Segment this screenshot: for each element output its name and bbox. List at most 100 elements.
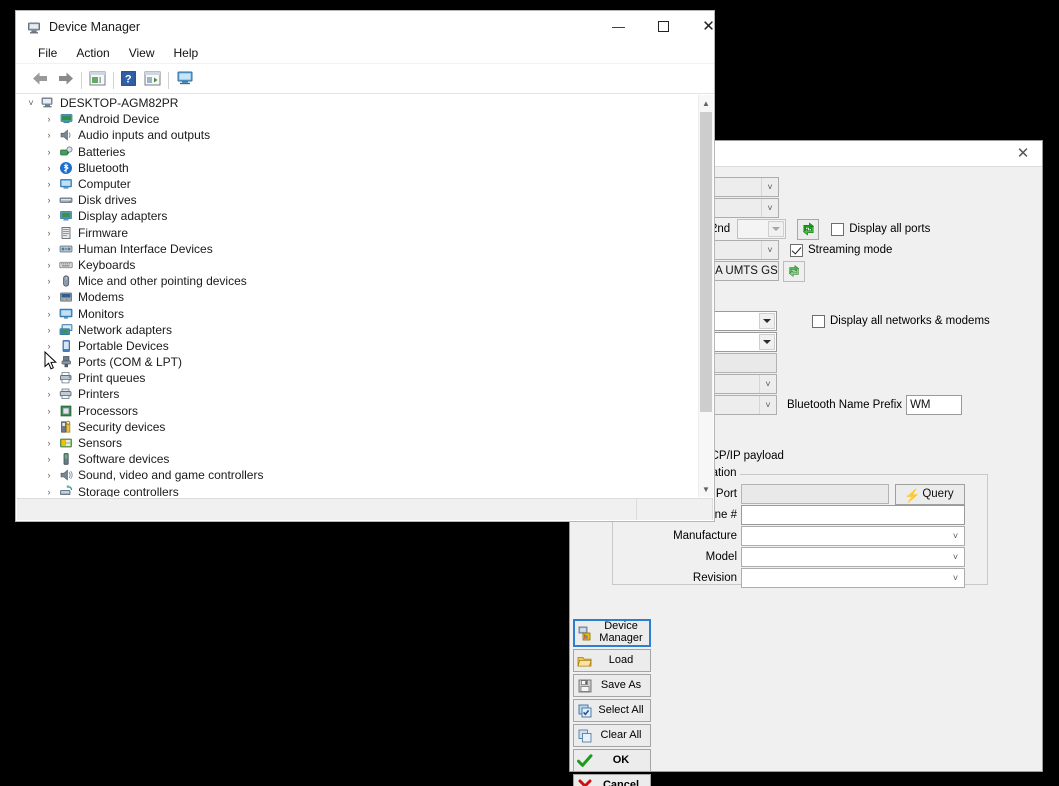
tree-node-display-adapters[interactable]: › Display adapters [17,208,698,224]
menu-file[interactable]: File [38,46,57,60]
chevron-collapsed-icon[interactable]: › [41,147,57,157]
scan-hardware-icon[interactable] [176,70,194,91]
device-tree[interactable]: ˅ DESKTOP-AGM82PR › Android Device › Audio … [17,95,698,497]
clear-all-button[interactable]: Clear All [573,724,651,747]
menu-help[interactable]: Help [174,46,199,60]
properties-icon[interactable] [89,71,106,91]
tree-node-firmware[interactable]: › Firmware [17,225,698,241]
refresh-ports-button[interactable] [797,218,820,240]
load-button[interactable]: Load [573,649,651,672]
chevron-collapsed-icon[interactable]: › [41,309,57,319]
chevron-collapsed-icon[interactable]: › [41,211,57,221]
chevron-collapsed-icon[interactable]: › [41,195,57,205]
tree-node-printers[interactable]: › Printers [17,386,698,402]
chevron-collapsed-icon[interactable]: › [41,260,57,270]
revision-row: Revision ˅ [612,568,992,588]
chevron-collapsed-icon[interactable]: › [41,487,57,497]
scroll-down-icon[interactable]: ▼ [699,481,713,497]
device-manager-button-label: Device Manager [599,620,643,644]
chevron-collapsed-icon[interactable]: › [41,470,57,480]
streaming-mode-checkbox[interactable]: Streaming mode [790,243,892,257]
second-port-dropdown[interactable] [737,219,787,239]
tree-node-label: Sound, video and game controllers [78,468,264,483]
tree-node-monitors[interactable]: › Monitors [17,305,698,321]
keyboard-icon [58,261,73,269]
display-all-ports-checkbox[interactable]: Display all ports [831,222,930,236]
chevron-collapsed-icon[interactable]: › [41,228,57,238]
tool-dialog-close-icon[interactable]: ✕ [1008,144,1038,164]
ok-button[interactable]: OK [573,749,651,772]
chevron-collapsed-icon[interactable]: › [41,389,57,399]
display-all-networks-checkbox[interactable]: Display all networks & modems [812,314,990,328]
tree-node-computer[interactable]: › Computer [17,176,698,192]
tree-node-keyboards[interactable]: › Keyboards [17,257,698,273]
tree-node-label: Computer [78,177,131,192]
chevron-collapsed-icon[interactable]: › [41,406,57,416]
tree-node-batteries[interactable]: › Batteries [17,144,698,160]
menu-action[interactable]: Action [76,46,109,60]
chevron-collapsed-icon[interactable]: › [41,244,57,254]
chevron-collapsed-icon[interactable]: › [41,292,57,302]
chevron-collapsed-icon[interactable]: › [41,341,57,351]
tree-node-human-interface-devices[interactable]: › Human Interface Devices [17,241,698,257]
floppy-disk-icon [574,679,596,693]
chevron-collapsed-icon[interactable]: › [41,438,57,448]
device-tree-scrollbar[interactable]: ▲ ▼ [698,95,713,497]
select-all-button[interactable]: Select All [573,699,651,722]
tree-node-label: Processors [78,403,139,418]
back-arrow-icon[interactable] [32,71,49,91]
tree-node-audio-inputs-and-outputs[interactable]: › Audio inputs and outputs [17,127,698,143]
tree-node-bluetooth[interactable]: › Bluetooth [17,160,698,176]
chevron-collapsed-icon[interactable]: › [41,114,57,124]
tree-node-sound-video-and-game-controllers[interactable]: › Sound, video and game controllers [17,467,698,483]
update-driver-icon[interactable] [144,71,161,91]
manufacture-label: Manufacture [673,530,737,542]
tree-node-software-devices[interactable]: › Software devices [17,451,698,467]
chevron-collapsed-icon[interactable]: › [41,454,57,464]
tree-node-portable-devices[interactable]: › Portable Devices [17,338,698,354]
tree-node-storage-controllers[interactable]: › Storage controllers [17,484,698,497]
tree-node-network-adapters[interactable]: › Network adapters [17,322,698,338]
tree-node-label: Keyboards [78,257,136,272]
scrollbar-thumb[interactable] [700,112,712,412]
tree-node-android-device[interactable]: › Android Device [17,111,698,127]
chevron-expanded-icon[interactable]: ˅ [23,98,39,108]
tree-node-mice-and-other-pointing-devices[interactable]: › Mice and other pointing devices [17,273,698,289]
phone-port-textbox[interactable] [741,484,889,504]
chevron-collapsed-icon[interactable]: › [41,325,57,335]
forward-arrow-icon[interactable] [57,71,74,91]
model-combo[interactable]: ˅ [741,547,965,567]
network-adapter-icon [59,323,72,335]
tree-node-sensors[interactable]: › Sensors [17,435,698,451]
help-icon[interactable]: ? [121,70,136,91]
manufacture-combo[interactable]: ˅ [741,526,965,546]
query-button[interactable]: ⚡ Query [895,483,965,505]
tree-node-print-queues[interactable]: › Print queues [17,370,698,386]
tree-node-modems[interactable]: › Modems [17,289,698,305]
tree-node-disk-drives[interactable]: › Disk drives [17,192,698,208]
menu-view[interactable]: View [129,46,155,60]
minimize-button[interactable]: — [596,11,641,41]
maximize-button[interactable] [641,11,686,41]
model-row: Model ˅ [612,547,992,567]
device-manager-button[interactable]: Device Manager [573,619,651,647]
chevron-collapsed-icon[interactable]: › [41,422,57,432]
phone-number-textbox[interactable] [741,505,965,525]
revision-combo[interactable]: ˅ [741,568,965,588]
chevron-collapsed-icon[interactable]: › [41,163,57,173]
save-as-button[interactable]: Save As [573,674,651,697]
chevron-collapsed-icon[interactable]: › [41,373,57,383]
close-button[interactable]: ✕ [686,11,731,41]
tree-root-node[interactable]: ˅ DESKTOP-AGM82PR [17,95,698,111]
chevron-collapsed-icon[interactable]: › [41,130,57,140]
tree-node-security-devices[interactable]: › Security devices [17,419,698,435]
chevron-collapsed-icon[interactable]: › [41,179,57,189]
chevron-collapsed-icon[interactable]: › [41,276,57,286]
scroll-up-icon[interactable]: ▲ [699,95,713,111]
bt-prefix-textbox[interactable]: WM [906,395,963,415]
tree-node-processors[interactable]: › Processors [17,403,698,419]
device-manager-small-icon [575,625,597,642]
refresh-masks-button[interactable] [783,260,805,282]
cancel-button[interactable]: Cancel [573,774,651,786]
tree-node-ports-com-lpt[interactable]: ›Ports (COM & LPT) [17,354,698,370]
